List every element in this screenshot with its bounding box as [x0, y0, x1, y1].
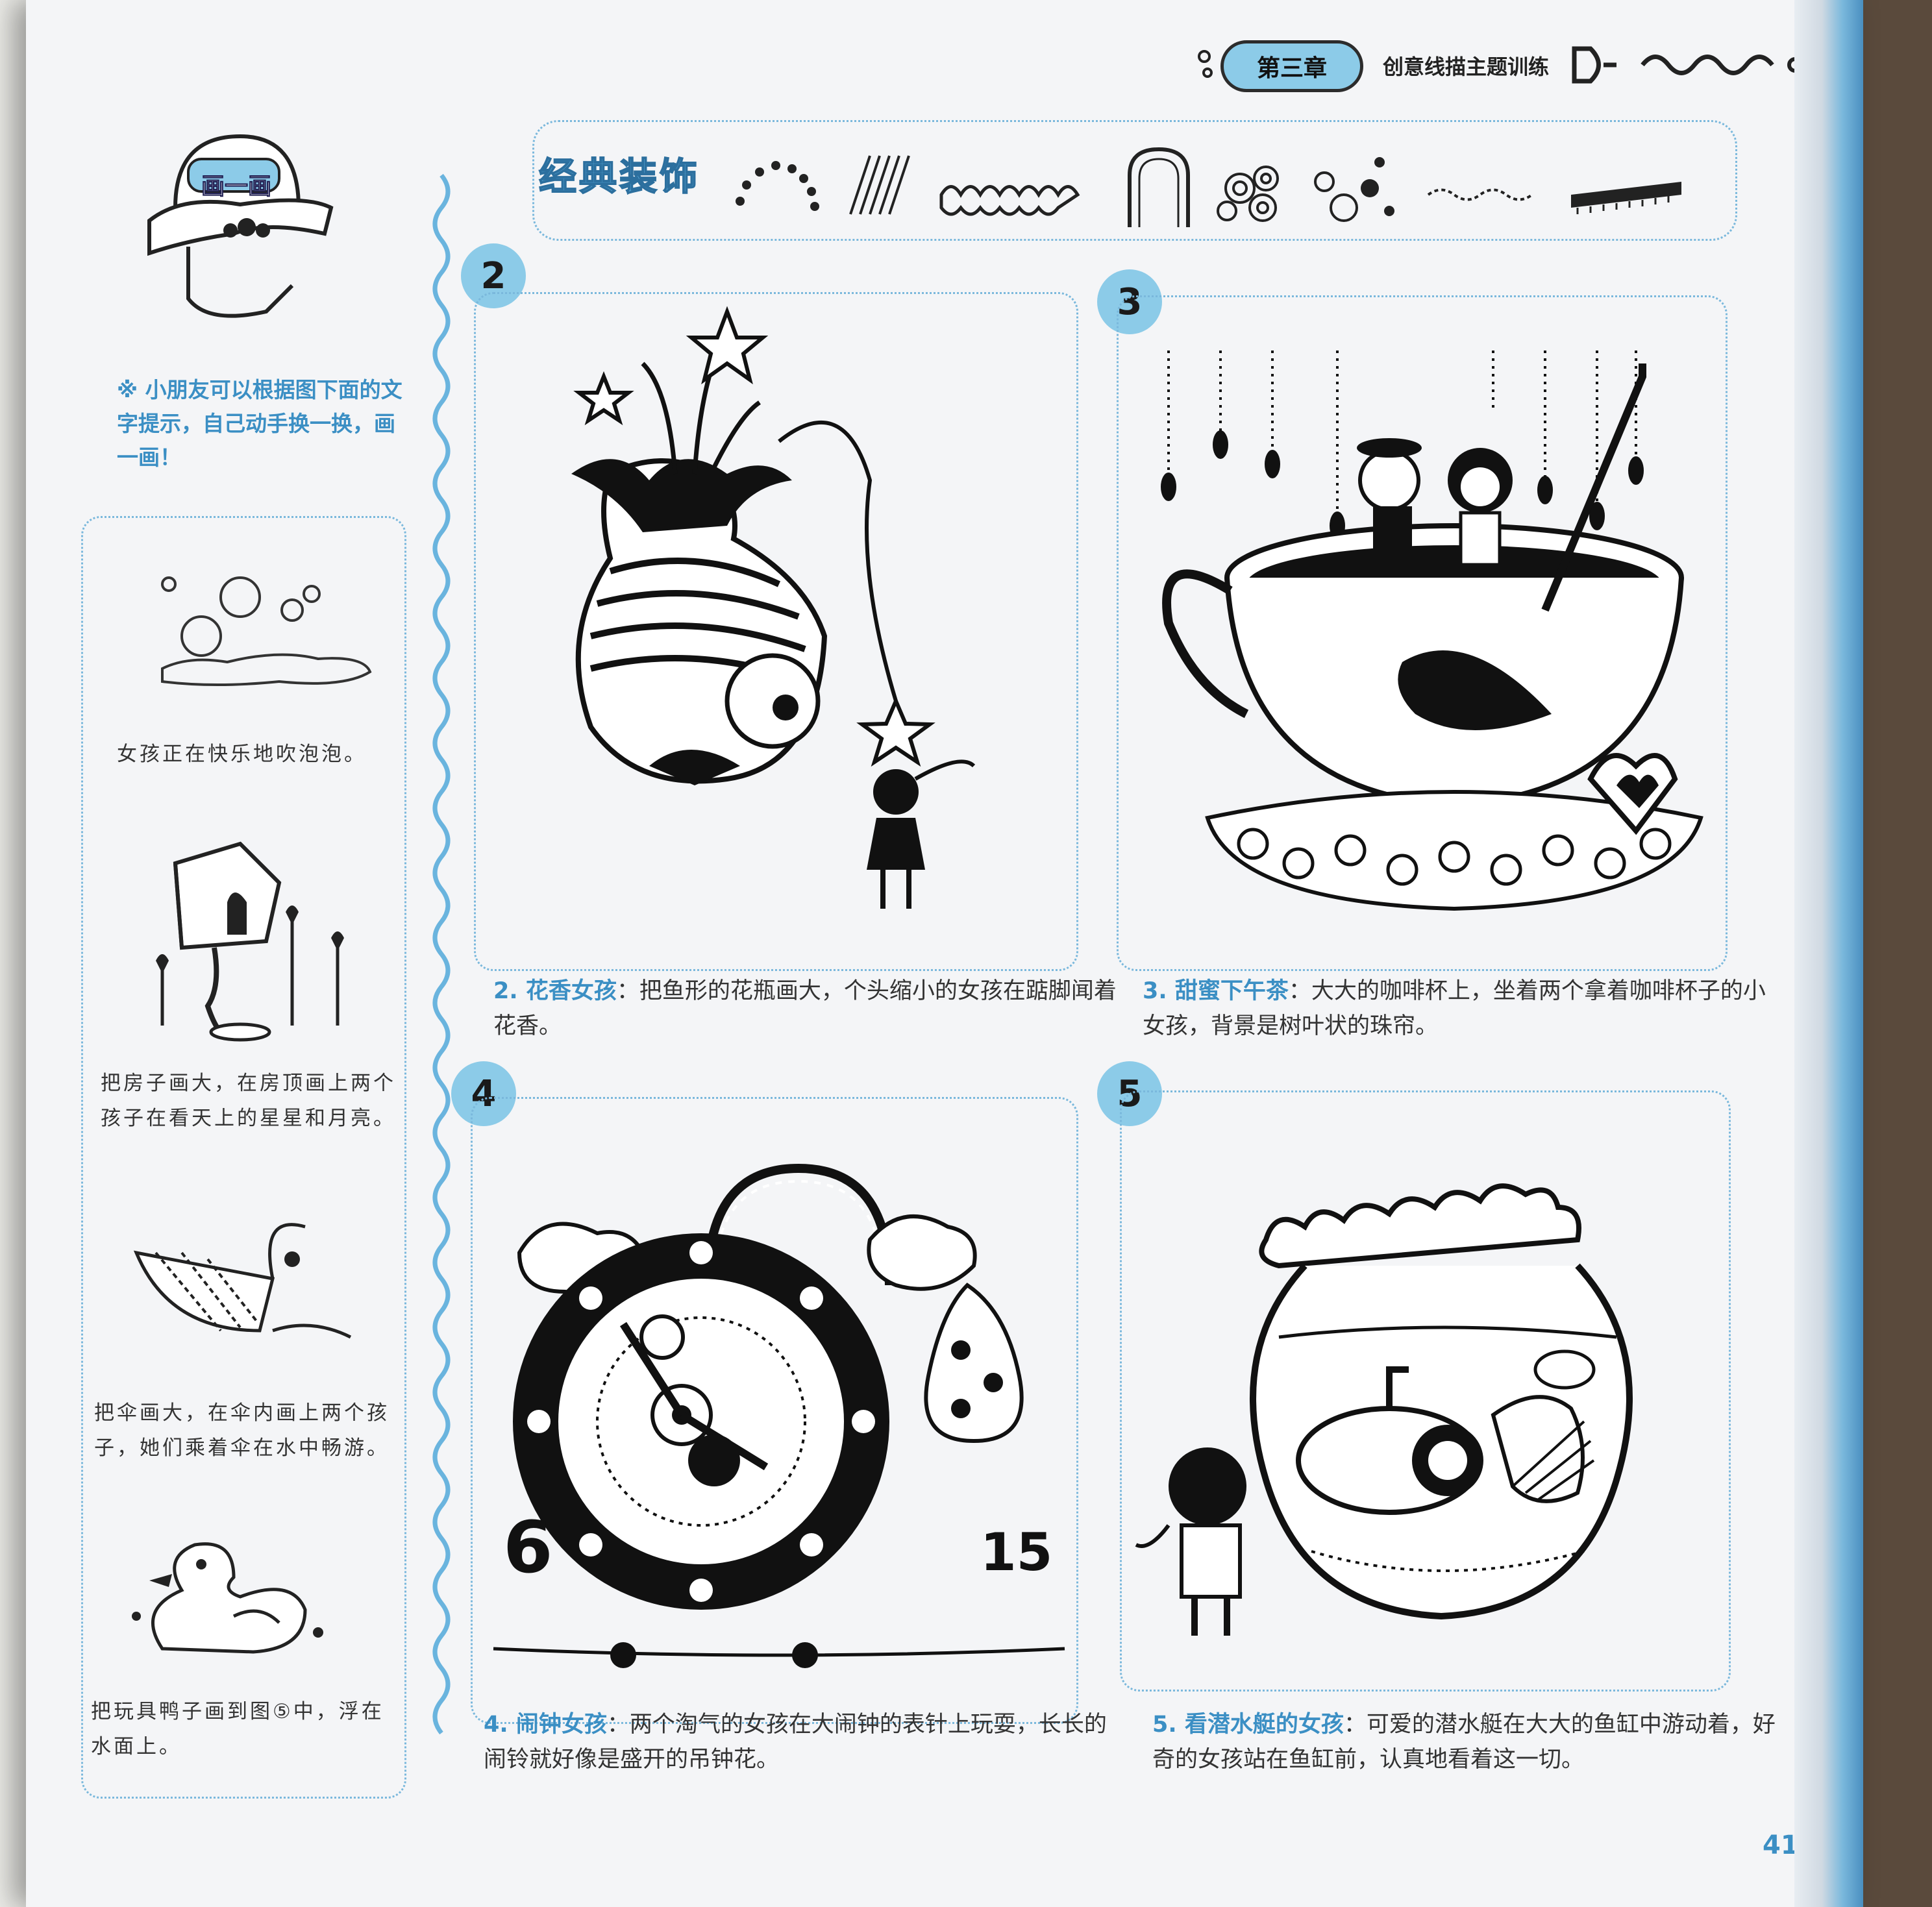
sidebar-item-text-3: 把伞画大，在伞内画上两个孩子，她们乘着伞在水中畅游。 — [94, 1401, 390, 1460]
wavy-divider — [432, 173, 451, 1735]
fringe-band-icon — [1571, 182, 1681, 208]
swirl-cluster-icon — [1217, 166, 1279, 222]
fish-vase-illustration — [571, 306, 976, 909]
book-page: 第三章 创意线描主题训练 画一画 ※ 小朋友可以根据图下面的文字提示，自己动手换… — [26, 0, 1863, 1907]
chapter-badge: 第三章 — [1220, 40, 1363, 92]
panel-5-caption: 5. 看潜水艇的女孩：可爱的潜水艇在大大的鱼缸中游动着，好奇的女孩站在鱼缸前，认… — [1152, 1707, 1789, 1777]
birdhouse-sketch — [156, 841, 344, 1042]
panel-3-title: 3. 甜蜜下午茶 — [1143, 978, 1289, 1004]
dotted-wave-icon — [1427, 188, 1533, 201]
sidebar-hint: ※ 小朋友可以根据图下面的文字提示，自己动手换一换，画一画！ — [117, 377, 402, 470]
teacup-illustration — [1161, 351, 1703, 911]
umbrella-sketch — [133, 1223, 352, 1339]
clock-digit-right: 15 — [980, 1522, 1053, 1582]
chapter-subtitle: 创意线描主题训练 — [1383, 55, 1550, 79]
clock-digit-left: 6 — [503, 1506, 553, 1589]
cloud-border-icon — [939, 185, 1080, 216]
header-squiggle-icon — [1572, 46, 1803, 84]
decoration-samples — [736, 147, 1681, 227]
draw-badge: 画一画 — [201, 173, 272, 201]
panel-2-title: 2. 花香女孩 — [493, 978, 617, 1004]
panel-4-caption: 4. 闹钟女孩：两个淘气的女孩在大闹钟的表针上玩耍，长长的闹铃就好像是盛开的吊钟… — [484, 1707, 1120, 1777]
panel-4-title: 4. 闹钟女孩 — [484, 1712, 607, 1738]
panel-5-title: 5. 看潜水艇的女孩 — [1152, 1712, 1344, 1738]
sidebar-item-text-2: 把房子画大，在房顶画上两个孩子在看天上的星星和月亮。 — [101, 1072, 396, 1130]
chapter-bubbles-icon — [1198, 50, 1213, 78]
panel-3-caption: 3. 甜蜜下午茶：大大的咖啡杯上，坐着两个拿着咖啡杯子的小女孩，背景是树叶状的珠… — [1143, 974, 1766, 1044]
panel-2-caption: 2. 花香女孩：把鱼形的花瓶画大，个头缩小的女孩在踮脚闻着花香。 — [493, 974, 1117, 1044]
girl-hat-icon — [147, 134, 334, 318]
dot-arc-icon — [736, 161, 819, 211]
rubber-duck-sketch — [132, 1542, 323, 1654]
decorations-title: 经典装饰 — [538, 154, 700, 199]
book-right-edge — [1794, 0, 1863, 1907]
sidebar-item-text-4: 把玩具鸭子画到图⑤中，浮在水面上。 — [91, 1700, 384, 1758]
chapter-label: 第三章 — [1256, 55, 1327, 82]
sidebar-item-text-1: 女孩正在快乐地吹泡泡。 — [117, 743, 367, 766]
left-page-edge — [0, 0, 28, 1907]
circles-dots-icon — [1314, 157, 1394, 222]
hatch-lines-icon — [849, 155, 910, 215]
alarm-clock-illustration — [493, 1163, 1065, 1668]
fishbowl-illustration — [1135, 1183, 1633, 1636]
page-number: 41 — [1763, 1830, 1799, 1860]
bubble-girl-sketch — [161, 576, 372, 686]
